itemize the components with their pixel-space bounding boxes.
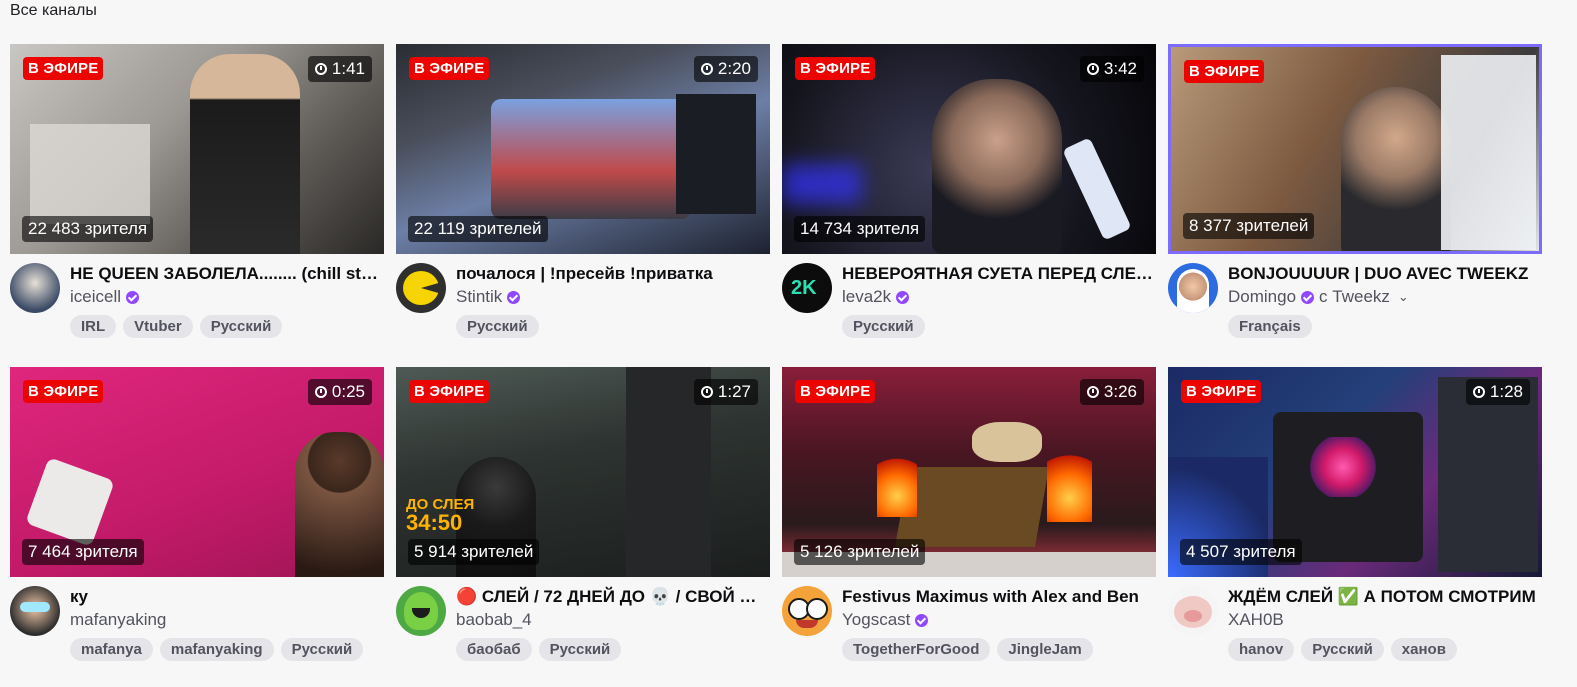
viewer-count: 7 464 зрителя (22, 539, 144, 565)
uptime-badge: 3:42 (1079, 56, 1144, 82)
viewer-count: 22 483 зрителя (22, 216, 154, 242)
avatar[interactable] (396, 586, 446, 636)
viewer-count: 4 507 зрителя (1180, 539, 1302, 565)
stream-title[interactable]: ку (70, 586, 382, 608)
stream-card[interactable]: В ЭФИРЕ 2:20 22 119 зрителей почалося | … (396, 44, 770, 345)
stream-title[interactable]: ЖДЁМ СЛЕЙ ✅ А ПОТОМ СМОТРИМ (1228, 586, 1540, 608)
clock-icon (700, 386, 713, 398)
live-badge: В ЭФИРЕ (409, 57, 490, 80)
live-badge: В ЭФИРЕ (1181, 380, 1262, 403)
tag[interactable]: hanov (1228, 638, 1295, 661)
uptime-badge: 2:20 (693, 56, 758, 82)
channel-name[interactable]: Domingo (1228, 285, 1296, 309)
live-badge: В ЭФИРЕ (1184, 60, 1265, 83)
section-title: Все каналы (10, 2, 97, 19)
clock-icon (700, 63, 713, 75)
stream-thumbnail[interactable]: В ЭФИРЕ 3:26 5 126 зрителей (782, 367, 1156, 577)
tag[interactable]: mafanyaking (159, 638, 274, 661)
stream-thumbnail[interactable]: В ЭФИРЕ 3:42 14 734 зрителя (782, 44, 1156, 254)
channel-name[interactable]: XAH0B (1228, 608, 1284, 632)
tag[interactable]: Русский (538, 638, 622, 661)
live-badge: В ЭФИРЕ (23, 57, 104, 80)
stream-title[interactable]: Festivus Maximus with Alex and Ben (842, 586, 1154, 608)
stream-card[interactable]: В ЭФИРЕ 1:28 4 507 зрителя ЖДЁМ СЛЕЙ ✅ А… (1168, 367, 1542, 668)
live-badge: В ЭФИРЕ (795, 380, 876, 403)
uptime-badge: 0:25 (307, 379, 372, 405)
stream-card[interactable]: В ЭФИРЕ 3:42 14 734 зрителя 2K НЕВЕРОЯТН… (782, 44, 1156, 345)
stream-grid: В ЭФИРЕ 1:41 22 483 зрителя НЕ QUEEN ЗАБ… (10, 44, 1542, 668)
channel-name[interactable]: Stintik (456, 285, 502, 309)
live-badge: В ЭФИРЕ (409, 380, 490, 403)
viewer-count: 22 119 зрителей (408, 216, 548, 242)
verified-icon (507, 290, 521, 304)
stream-title[interactable]: НЕ QUEEN ЗАБОЛЕЛА........ (chill stream) (70, 263, 382, 285)
clock-icon (314, 386, 327, 398)
clock-icon (1086, 386, 1099, 398)
stream-thumbnail[interactable]: В ЭФИРЕ 1:41 22 483 зрителя (10, 44, 384, 254)
tag[interactable]: IRL (70, 315, 117, 338)
tag[interactable]: TogetherForGood (842, 638, 991, 661)
tag[interactable]: баобаб (456, 638, 532, 661)
stream-title[interactable]: почалося | !пресейв !приватка (456, 263, 768, 285)
stream-card[interactable]: В ЭФИРЕ 1:41 22 483 зрителя НЕ QUEEN ЗАБ… (10, 44, 384, 345)
uptime-badge: 1:41 (307, 56, 372, 82)
collab-channel[interactable]: с Tweekz (1319, 285, 1390, 309)
avatar[interactable] (10, 263, 60, 313)
avatar[interactable] (10, 586, 60, 636)
channel-name[interactable]: mafanyaking (70, 608, 166, 632)
verified-icon (1301, 290, 1315, 304)
tag[interactable]: Français (1228, 315, 1312, 338)
live-badge: В ЭФИРЕ (795, 57, 876, 80)
stream-thumbnail[interactable]: В ЭФИРЕ 8 377 зрителей (1168, 44, 1542, 254)
tag[interactable]: Русский (199, 315, 283, 338)
viewer-count: 5 126 зрителей (794, 539, 926, 565)
stream-thumbnail[interactable]: В ЭФИРЕ 2:20 22 119 зрителей (396, 44, 770, 254)
avatar[interactable] (396, 263, 446, 313)
live-badge: В ЭФИРЕ (23, 380, 104, 403)
viewer-count: 5 914 зрителей (408, 539, 540, 565)
avatar[interactable] (1168, 586, 1218, 636)
uptime-badge: 1:28 (1465, 379, 1530, 405)
clock-icon (1086, 63, 1099, 75)
stream-card[interactable]: В ЭФИРЕ 8 377 зрителей BONJOUUUUR | DUO … (1168, 44, 1542, 345)
channel-name[interactable]: iceicell (70, 285, 121, 309)
stream-card[interactable]: ДО СЛЕЯ 34:50 В ЭФИРЕ 1:27 5 914 зрителей… (396, 367, 770, 668)
viewer-count: 14 734 зрителя (794, 216, 926, 242)
tag[interactable]: Русский (842, 315, 925, 338)
clock-icon (1472, 386, 1485, 398)
channel-name[interactable]: Yogscast (842, 608, 910, 632)
clock-icon (314, 63, 327, 75)
uptime-badge: 3:26 (1079, 379, 1144, 405)
tag[interactable]: Русский (456, 315, 539, 338)
verified-icon (126, 290, 140, 304)
stream-thumbnail[interactable]: В ЭФИРЕ 1:28 4 507 зрителя (1168, 367, 1542, 577)
verified-icon (915, 613, 929, 627)
stream-card[interactable]: В ЭФИРЕ 3:26 5 126 зрителей Festivus Max… (782, 367, 1156, 668)
stream-title[interactable]: НЕВЕРОЯТНАЯ СУЕТА ПЕРЕД СЛЕЕМ (842, 263, 1154, 285)
stream-thumbnail[interactable]: ДО СЛЕЯ 34:50 В ЭФИРЕ 1:27 5 914 зрителей (396, 367, 770, 577)
avatar[interactable] (782, 586, 832, 636)
tag[interactable]: Vtuber (123, 315, 193, 338)
chevron-down-icon[interactable]: ⌄ (1398, 285, 1409, 309)
tag[interactable]: mafanya (70, 638, 153, 661)
stream-thumbnail[interactable]: В ЭФИРЕ 0:25 7 464 зрителя (10, 367, 384, 577)
avatar[interactable] (1168, 263, 1218, 313)
verified-icon (896, 290, 910, 304)
tag[interactable]: Русский (280, 638, 364, 661)
channel-name[interactable]: baobab_4 (456, 608, 532, 632)
avatar[interactable]: 2K (782, 263, 832, 313)
viewer-count: 8 377 зрителей (1183, 213, 1315, 239)
stream-title[interactable]: 🔴 СЛЕЙ / 72 ДНЕЙ ДО 💀 / СВОЙ ЧЕЛОВЕК (456, 586, 768, 608)
tag[interactable]: JingleJam (997, 638, 1093, 661)
tag[interactable]: ханов (1390, 638, 1457, 661)
tag[interactable]: Русский (1301, 638, 1384, 661)
stream-card[interactable]: В ЭФИРЕ 0:25 7 464 зрителя ку mafanyakin… (10, 367, 384, 668)
stream-title[interactable]: BONJOUUUUR | DUO AVEC TWEEKZ (1228, 263, 1540, 285)
uptime-badge: 1:27 (693, 379, 758, 405)
channel-name[interactable]: leva2k (842, 285, 891, 309)
